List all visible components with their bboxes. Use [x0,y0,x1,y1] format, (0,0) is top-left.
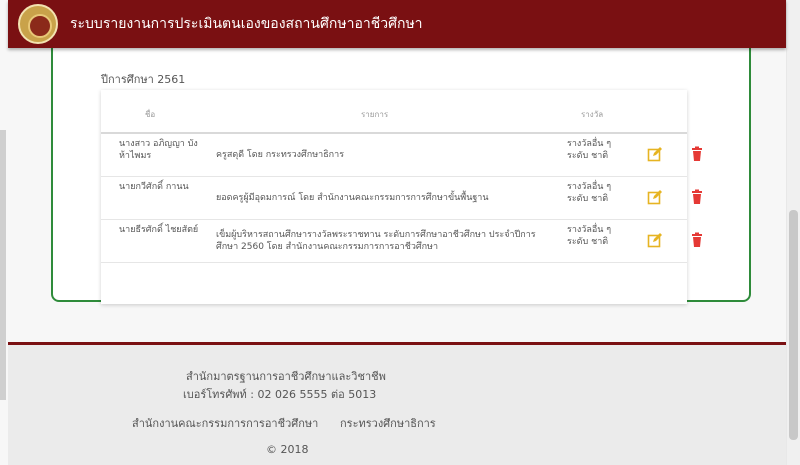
column-header-name: ชื่อ [145,110,156,119]
row-item: เข็มผู้บริหารสถานศึกษารางวัลพระราชทาน ระ… [216,230,536,252]
row-item: ยอดครูผู้มีอุดมการณ์ โดย สำนักงานคณะกรรม… [216,193,489,203]
edit-button[interactable] [647,232,665,250]
left-edge [0,0,8,465]
footer-link-vec[interactable]: สำนักงานคณะกรรมการการอาชีวศึกษา [132,414,318,432]
app-header: ระบบรายงานการประเมินตนเองของสถานศึกษาอาช… [8,0,786,48]
table-row: นางสาว อภิญญา บัง ห้าไพมร ครูสดุดี โดย ก… [101,134,702,177]
awards-card: ปีการศึกษา 2561 ชื่อ รายการ รางวัล นางสา… [51,28,751,304]
left-scroll-indicator [0,130,6,400]
delete-button[interactable] [689,146,707,164]
scrollbar[interactable] [787,0,800,465]
year-title: ปีการศึกษา 2561 [101,73,186,86]
row-name: นายธีรศักดิ์ ไชยสัตย์ [119,225,199,235]
row-name: นายกวีศักดิ์ กานน [119,182,189,192]
table-row: นายธีรศักดิ์ ไชยสัตย์ เข็มผู้บริหารสถานศ… [101,220,702,263]
row-award: รางวัลอื่น ๆ ระดับ ชาติ [567,225,612,247]
footer-link-moe[interactable]: กระทรวงศึกษาธิการ [340,414,436,432]
delete-button[interactable] [689,232,707,250]
row-name: นางสาว อภิญญา บัง ห้าไพมร [119,139,198,161]
column-header-award: รางวัล [581,110,604,119]
footer-copyright: © 2018 [266,443,309,456]
footer: สำนักมาตรฐานการอาชีวศึกษาและวิชาชีพ เบอร… [8,345,786,465]
edit-icon [647,233,662,248]
table-row: นายกวีศักดิ์ กานน ยอดครูผู้มีอุดมการณ์ โ… [101,177,702,220]
scrollbar-thumb[interactable] [789,210,798,440]
row-item: ครูสดุดี โดย กระทรวงศึกษาธิการ [216,150,345,160]
trash-icon [692,232,702,247]
edit-button[interactable] [647,146,665,164]
footer-org: สำนักมาตรฐานการอาชีวศึกษาและวิชาชีพ [186,370,386,383]
row-award: รางวัลอื่น ๆ ระดับ ชาติ [567,139,612,161]
awards-table: ชื่อ รายการ รางวัล นางสาว อภิญญา บัง ห้า… [101,90,702,304]
footer-phone: เบอร์โทรศัพท์ : 02 026 5555 ต่อ 5013 [183,388,377,401]
delete-button[interactable] [689,189,707,207]
trash-icon [692,146,702,161]
trash-icon [692,189,702,204]
app-title: ระบบรายงานการประเมินตนเองของสถานศึกษาอาช… [70,16,423,32]
edit-button[interactable] [647,189,665,207]
row-award: รางวัลอื่น ๆ ระดับ ชาติ [567,182,612,204]
table-header: ชื่อ รายการ รางวัล [101,90,687,134]
column-header-item: รายการ [361,110,389,119]
edit-icon [647,147,662,162]
edit-icon [647,190,662,205]
logo-icon [18,4,58,44]
